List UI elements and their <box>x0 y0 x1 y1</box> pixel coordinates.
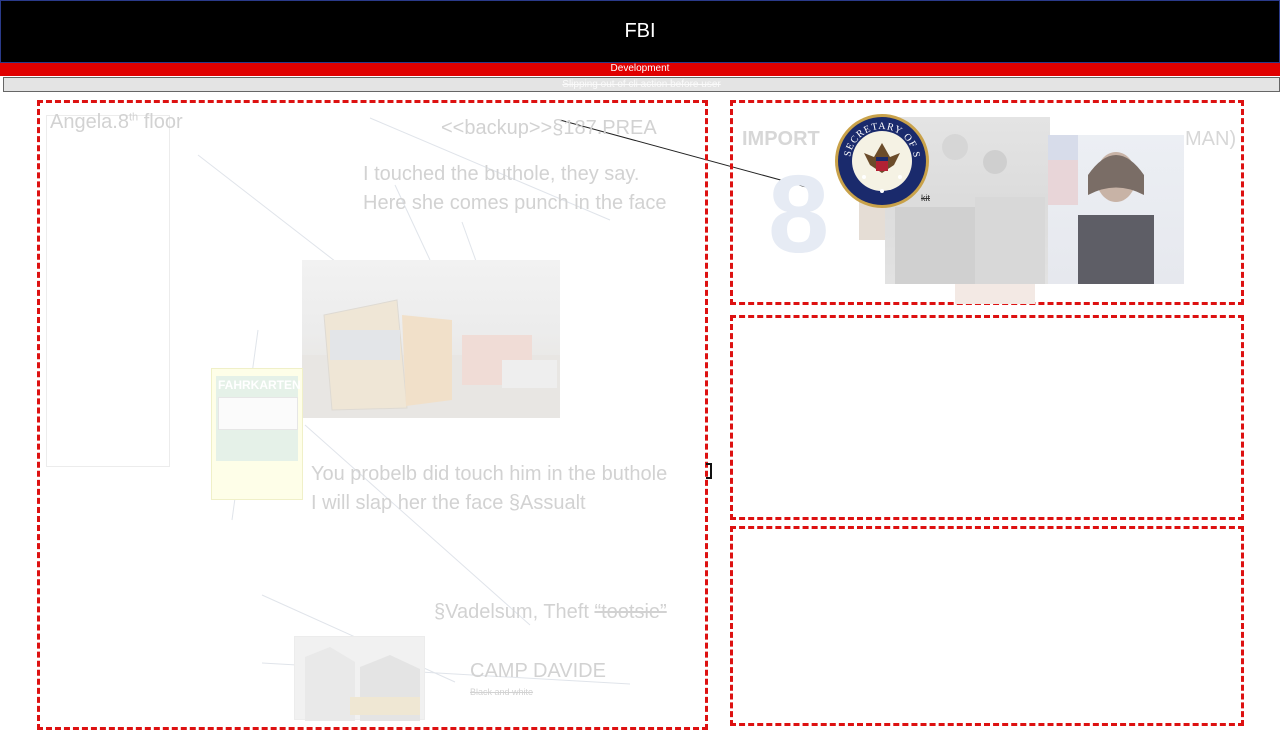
quote-one-line-1: I touched the buthole, they say. <box>363 163 640 185</box>
tram-image <box>302 299 560 418</box>
photo-caption-strip <box>955 284 1035 304</box>
angela-floor-label: Angela.8th floor <box>50 111 183 133</box>
vandalism-label: §Vadelsum, Theft “tootsie” <box>434 601 667 623</box>
camp-label: CAMP DAVIDE <box>470 660 606 682</box>
x-mark: x <box>796 188 803 204</box>
quote-two-line-1: You probelb did touch him in the buthole <box>311 463 668 485</box>
import-label: IMPORT <box>742 128 820 150</box>
digit-eight: 8 <box>768 153 830 276</box>
portrait-photo <box>1048 135 1184 284</box>
right-panel-middle <box>730 315 1244 520</box>
right-panel-bottom <box>730 526 1244 726</box>
camp-sublabel: Black and white <box>470 687 534 697</box>
station-photo <box>294 636 425 721</box>
station-image <box>305 647 420 721</box>
backup-label: <<backup>>§187.PREA <box>441 117 657 139</box>
kit-label: kit <box>921 193 930 203</box>
text-cursor-marker <box>706 463 712 479</box>
quote-one: I touched the buthole, they say. Here sh… <box>363 160 667 218</box>
ticket-machine-screen <box>218 397 298 430</box>
quote-two-line-2: I will slap her the face §Assualt <box>311 492 586 514</box>
secretary-of-state-seal: SECRETARY OF STATE <box>830 105 930 209</box>
angela-box <box>46 115 170 467</box>
portrait-image <box>1048 135 1154 284</box>
import-tail-label: MAN) <box>1185 128 1237 150</box>
quote-one-line-2: Here she comes punch in the face <box>363 192 667 214</box>
tram-photo <box>302 260 560 418</box>
quote-two: You probelb did touch him in the buthole… <box>311 460 667 518</box>
ticket-machine-label: FAHRKARTEN <box>218 378 301 392</box>
